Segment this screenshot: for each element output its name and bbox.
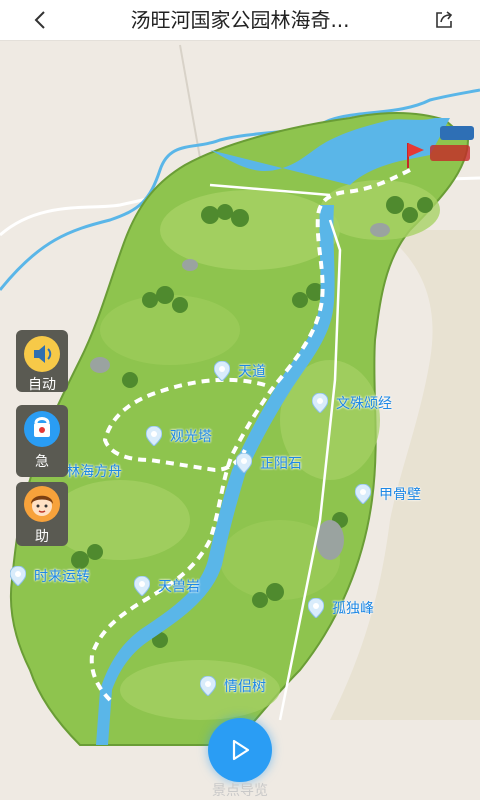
assistant-label: 助 (35, 529, 49, 545)
emergency-button[interactable]: 急 (16, 405, 68, 477)
play-icon (232, 739, 250, 761)
poi-tianshouyan[interactable]: 天兽岩 (134, 576, 200, 596)
emergency-phone-icon (24, 411, 60, 447)
poi-label: 观光塔 (170, 429, 212, 445)
guide-play-button[interactable] (208, 718, 272, 782)
map-pin-icon (312, 393, 328, 413)
poi-qinglvshu[interactable]: 情侣树 (200, 676, 266, 696)
poi-label: 正阳石 (260, 456, 302, 472)
assistant-button[interactable]: 助 (16, 482, 68, 546)
map-pin-icon (10, 566, 26, 586)
auto-label: 自动 (28, 377, 56, 393)
poi-label: 文殊颂经 (336, 396, 392, 412)
poi-tiandao[interactable]: 天道 (214, 361, 266, 381)
share-button[interactable] (430, 6, 458, 34)
top-bar: 汤旺河国家公园林海奇... (0, 0, 480, 41)
poi-label: 孤独峰 (332, 601, 374, 617)
auto-audio-button[interactable]: 自动 (16, 330, 68, 393)
guide-label: 景点导览 (212, 783, 268, 799)
guide-avatar-icon (24, 486, 60, 522)
map-pin-icon (236, 453, 252, 473)
emergency-label: 急 (35, 454, 49, 470)
poi-guanguangta[interactable]: 观光塔 (146, 426, 212, 446)
poi-label: 时来运转 (34, 569, 90, 585)
map-pin-icon (200, 676, 216, 696)
poi-shilaiyunzhuan[interactable]: 时来运转 (10, 566, 90, 586)
poi-label: 林海方舟 (66, 464, 122, 480)
poi-label: 天兽岩 (158, 579, 200, 595)
poi-zhengyangshi[interactable]: 正阳石 (236, 453, 302, 473)
scenic-map[interactable]: 天道 文殊颂经 观光塔 林海方舟 正阳石 甲骨壁 时来运转 天兽岩 孤独峰 情侣… (0, 41, 480, 800)
poi-label: 情侣树 (224, 679, 266, 695)
poi-label: 天道 (238, 364, 266, 380)
poi-wenshu[interactable]: 文殊颂经 (312, 393, 392, 413)
page-title: 汤旺河国家公园林海奇... (130, 8, 350, 32)
map-pin-icon (146, 426, 162, 446)
chevron-left-icon (34, 11, 45, 29)
map-pin-icon (134, 576, 150, 596)
poi-jiaguobi[interactable]: 甲骨壁 (355, 484, 421, 504)
poi-guduifeng[interactable]: 孤独峰 (308, 598, 374, 618)
speaker-icon (24, 336, 60, 372)
map-pin-icon (214, 361, 230, 381)
back-button[interactable] (26, 6, 54, 34)
map-pin-icon (355, 484, 371, 504)
share-icon (436, 11, 453, 28)
map-pin-icon (308, 598, 324, 618)
poi-label: 甲骨壁 (379, 487, 421, 503)
